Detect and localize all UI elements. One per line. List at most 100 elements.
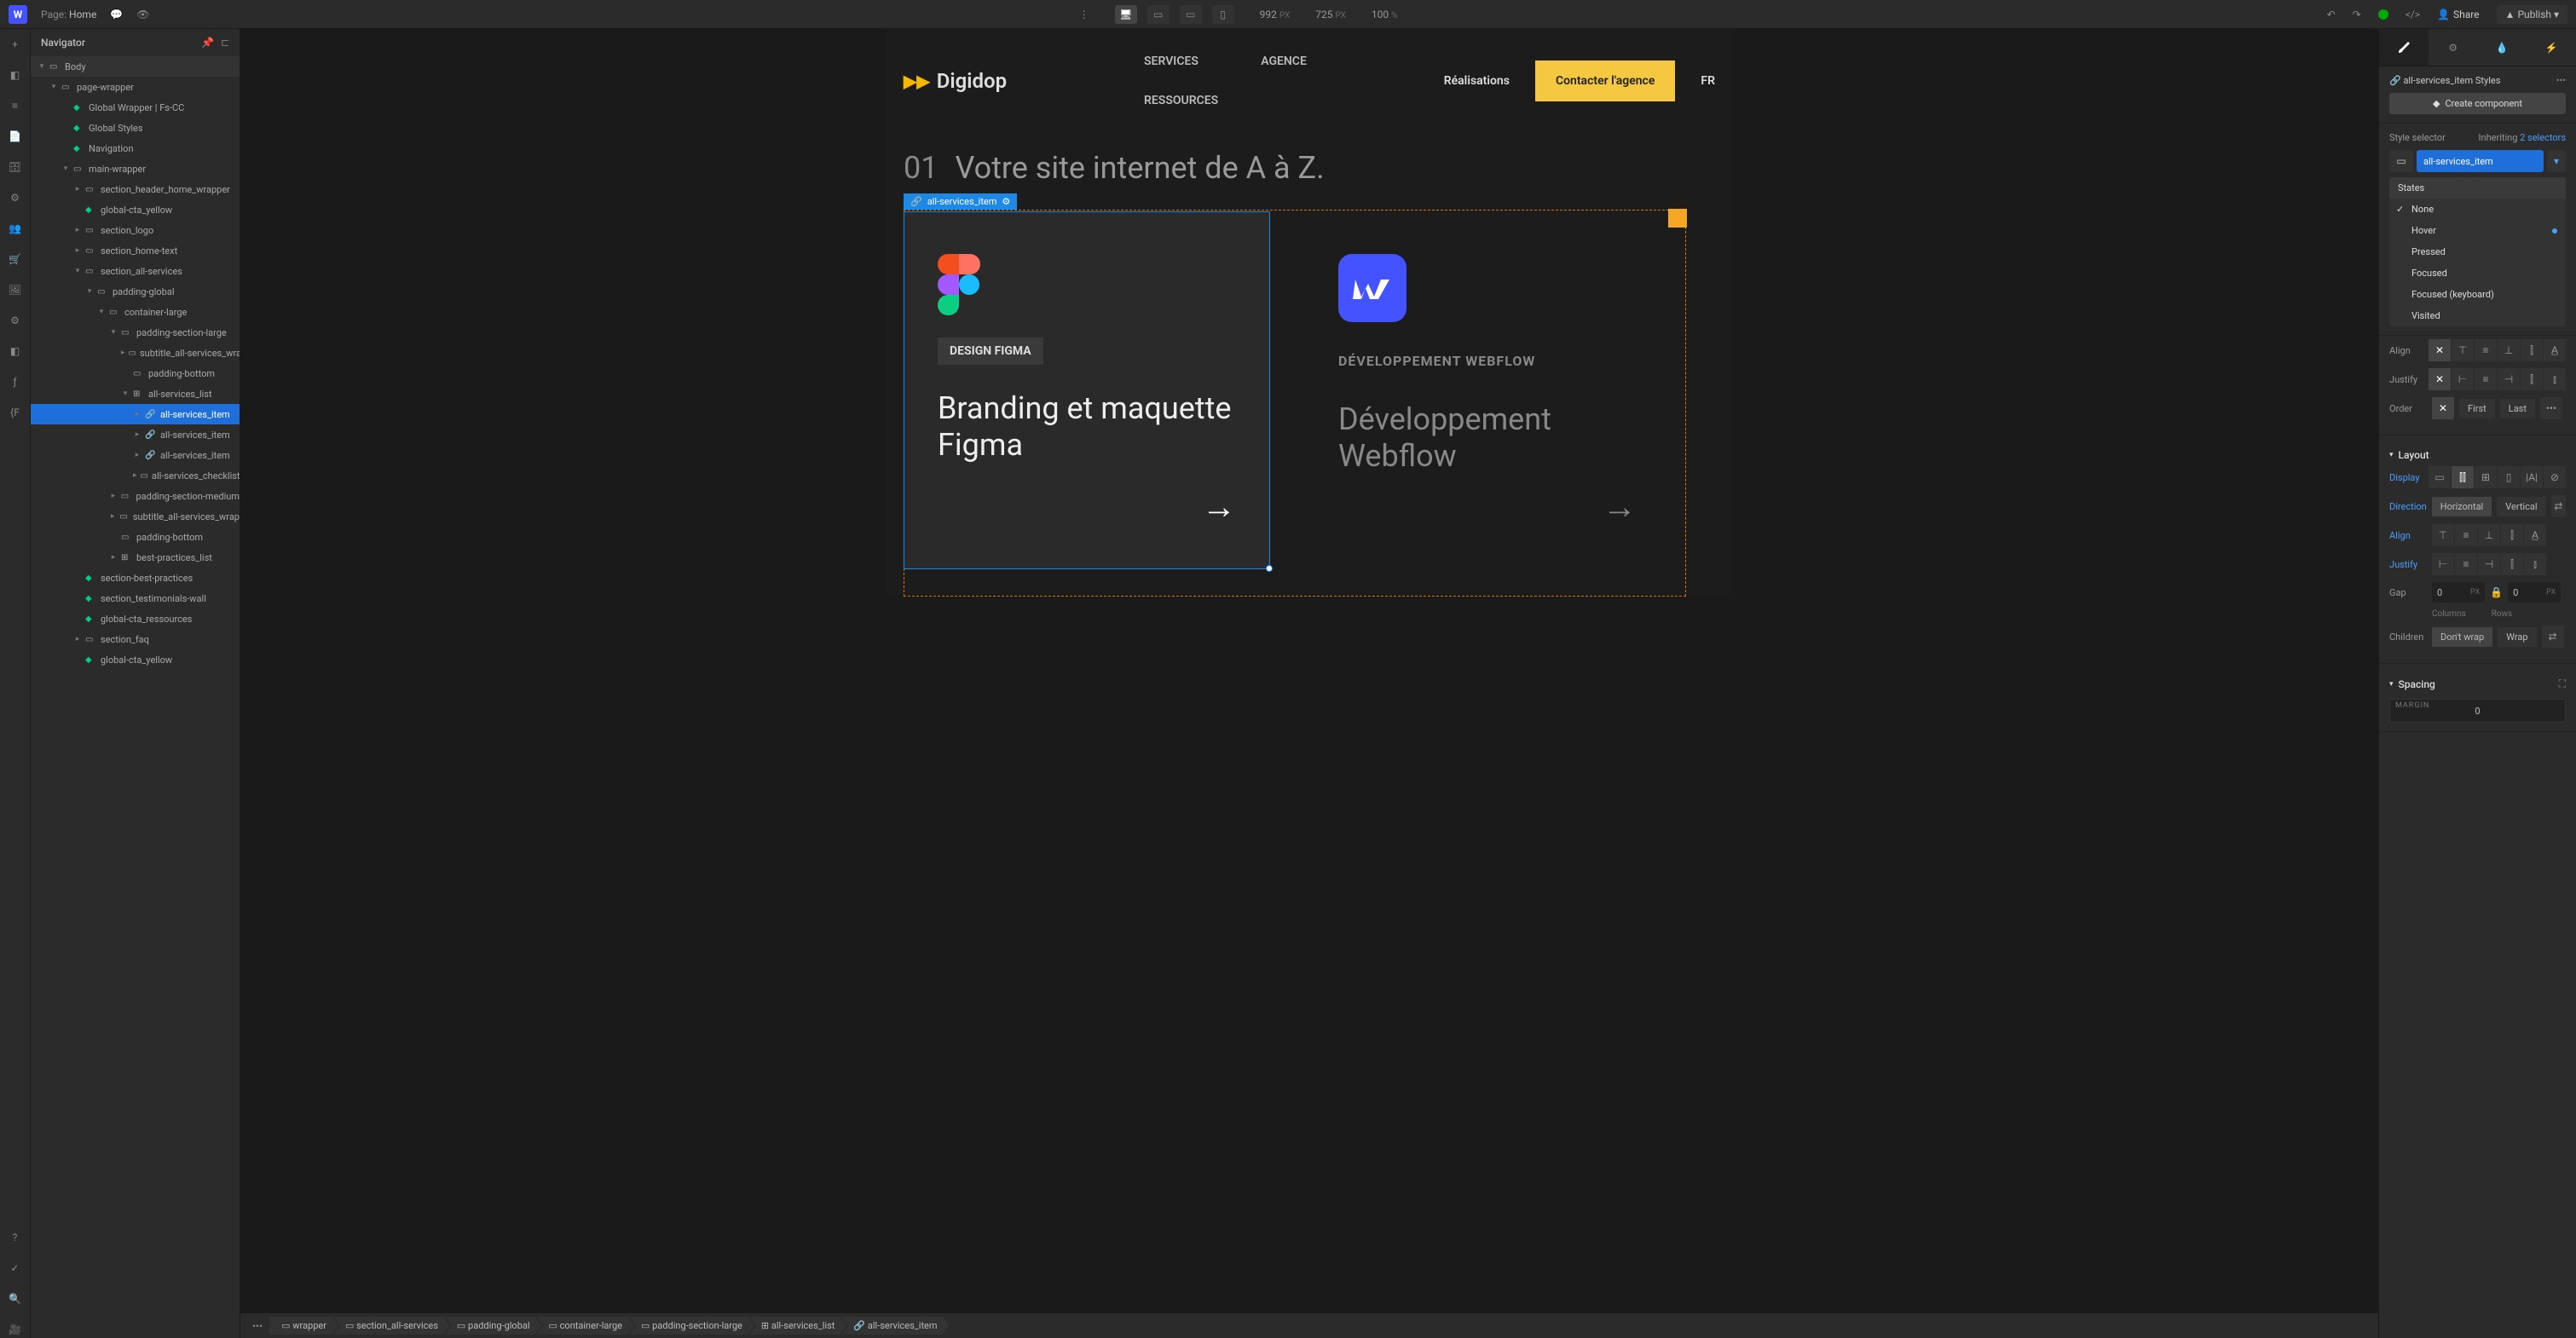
service-card-1[interactable]: 🔗 all-services_item ⚙ DESIGN FIGMA xyxy=(904,211,1270,569)
style-tab[interactable] xyxy=(2379,29,2429,66)
assets-icon[interactable]: 🖼 xyxy=(7,281,24,298)
resize-handle[interactable] xyxy=(1266,565,1273,572)
settings-icon[interactable]: ⚙ xyxy=(7,312,24,329)
tree-node-navigation[interactable]: ◆Navigation xyxy=(31,138,240,159)
audit-icon[interactable]: ✓ xyxy=(7,1260,24,1277)
justify-center-button[interactable]: ≡ xyxy=(2475,368,2497,390)
order-last-button[interactable]: Last xyxy=(2500,399,2535,418)
nav-realisations[interactable]: Réalisations xyxy=(1444,74,1510,88)
state-visited[interactable]: Visited xyxy=(2389,305,2566,326)
align-center-button[interactable]: ≡ xyxy=(2455,524,2477,546)
contact-cta-button[interactable]: Contacter l'agence xyxy=(1535,61,1675,101)
publish-button[interactable]: ▲ Publish ▾ xyxy=(2497,5,2567,24)
nav-ressources[interactable]: RESSOURCES xyxy=(1144,94,1218,107)
state-hover[interactable]: Hover xyxy=(2389,220,2566,241)
interactions-tab[interactable]: 💧 xyxy=(2478,29,2527,66)
bracket-icon[interactable]: {F xyxy=(7,404,24,421)
tree-node-global-cta-yellow[interactable]: ◆global-cta_yellow xyxy=(31,199,240,220)
display-inline-button[interactable]: |A| xyxy=(2521,466,2543,488)
class-selector-chip[interactable]: all-services_item xyxy=(2417,150,2544,172)
tree-node-all-services-item[interactable]: ▸🔗all-services_item xyxy=(31,424,240,445)
direction-vertical-button[interactable]: Vertical xyxy=(2497,497,2545,516)
help-icon[interactable]: ? xyxy=(7,1229,24,1246)
justify-center-button[interactable]: ≡ xyxy=(2455,553,2477,575)
apps-icon[interactable]: ◧ xyxy=(7,343,24,360)
justify-end-button[interactable]: ⊣ xyxy=(2498,368,2520,390)
navigator-tree[interactable]: ▾▭Body▾▭page-wrapper◆Global Wrapper | Fs… xyxy=(31,56,240,1338)
tree-node-section-best-practices[interactable]: ◆section-best-practices xyxy=(31,568,240,588)
breadcrumb-item[interactable]: ⊞ all-services_list xyxy=(749,1317,847,1335)
direction-horizontal-button[interactable]: Horizontal xyxy=(2432,497,2492,516)
align-start-button[interactable]: ⊤ xyxy=(2432,524,2454,546)
justify-between-button[interactable]: ⫿ xyxy=(2501,553,2523,575)
tree-node-section-logo[interactable]: ▸▭section_logo xyxy=(31,220,240,240)
box-icon[interactable]: ◧ xyxy=(7,66,24,84)
state-pressed[interactable]: Pressed xyxy=(2389,241,2566,262)
add-element-icon[interactable]: + xyxy=(7,36,24,53)
search-icon[interactable]: 🔍 xyxy=(7,1290,24,1307)
justify-start-button[interactable]: ⊢ xyxy=(2432,553,2454,575)
direction-reverse-button[interactable]: ⇄ xyxy=(2551,495,2566,517)
redo-icon[interactable]: ↷ xyxy=(2353,9,2361,20)
language-toggle[interactable]: FR xyxy=(1701,74,1715,88)
wrap-button[interactable]: Wrap xyxy=(2498,627,2536,647)
tree-node-all-services-item[interactable]: ▸🔗all-services_item xyxy=(31,404,240,424)
canvas-zoom[interactable]: 100 % xyxy=(1372,9,1398,20)
breadcrumb-item[interactable]: ▭ padding-global xyxy=(445,1317,542,1335)
nav-services[interactable]: SERVICES xyxy=(1144,55,1218,68)
align-baseline-button[interactable]: A̲ xyxy=(2524,524,2546,546)
tree-node-section-all-services[interactable]: ▾▭section_all-services xyxy=(31,261,240,281)
toolbar-more-icon[interactable]: ⋮ xyxy=(1079,9,1089,20)
lock-icon[interactable]: 🔒 xyxy=(2490,586,2503,598)
tree-node-all-services-item[interactable]: ▸🔗all-services_item xyxy=(31,445,240,465)
tree-node-all-services-list[interactable]: ▾⊞all-services_list xyxy=(31,384,240,404)
state-focused[interactable]: Focused xyxy=(2389,262,2566,284)
justify-around-button[interactable]: ⫾ xyxy=(2524,553,2546,575)
selector-type-icon[interactable]: ▭ xyxy=(2389,150,2413,172)
desktop-breakpoint-button[interactable]: 🖥 xyxy=(1115,5,1137,24)
tree-node-global-cta-ressources[interactable]: ◆global-cta_ressources xyxy=(31,608,240,629)
canvas-width[interactable]: 992 PX xyxy=(1260,9,1291,20)
comment-icon[interactable]: 💬 xyxy=(110,9,123,20)
breadcrumb-item[interactable]: ▭ container-large xyxy=(537,1317,634,1335)
cart-icon[interactable]: 🛒 xyxy=(7,251,24,268)
undo-icon[interactable]: ↶ xyxy=(2327,9,2336,20)
display-inline-block-button[interactable]: ▯ xyxy=(2498,466,2520,488)
finsweet-icon[interactable]: ƒ xyxy=(7,373,24,390)
justify-around-button[interactable]: ⫾ xyxy=(2544,368,2566,390)
tree-node-section-testimonials-wall[interactable]: ◆section_testimonials-wall xyxy=(31,588,240,608)
align-end-button[interactable]: ⊥ xyxy=(2478,524,2500,546)
tree-node-padding-section-large[interactable]: ▾▭padding-section-large xyxy=(31,322,240,343)
site-logo[interactable]: ▶▶ Digidop xyxy=(904,69,1007,93)
more-icon[interactable]: ••• xyxy=(2556,75,2566,86)
gap-columns-input[interactable]: PX xyxy=(2432,582,2485,603)
service-card-2[interactable]: DÉVELOPPEMENT WEBFLOW Développement Webf… xyxy=(1304,211,1671,569)
layers-icon[interactable]: ≡ xyxy=(7,97,24,114)
tree-node-global-cta-yellow[interactable]: ◆global-cta_yellow xyxy=(31,649,240,670)
justify-between-button[interactable]: ⫿ xyxy=(2521,368,2543,390)
tree-node-padding-section-medium[interactable]: ▸▭padding-section-medium xyxy=(31,486,240,506)
tree-node-global-wrapper---fs-cc[interactable]: ◆Global Wrapper | Fs-CC xyxy=(31,97,240,118)
users-icon[interactable]: 👥 xyxy=(7,220,24,237)
spacing-section-header[interactable]: ▾Spacing ⛶ xyxy=(2389,672,2566,695)
video-icon[interactable]: 🎥 xyxy=(7,1321,24,1338)
tree-node-page-wrapper[interactable]: ▾▭page-wrapper xyxy=(31,77,240,97)
mobile-landscape-button[interactable]: ▭ xyxy=(1180,5,1202,24)
breadcrumb-item[interactable]: ▭ section_all-services xyxy=(333,1317,450,1335)
align-stretch-button[interactable]: ⫿ xyxy=(2501,524,2523,546)
display-flex-button[interactable]: ⫿⫿ xyxy=(2452,466,2474,488)
tree-node-body[interactable]: ▾▭Body xyxy=(31,56,240,77)
pages-icon[interactable]: 📄 xyxy=(7,128,24,145)
gap-rows-input[interactable]: PX xyxy=(2508,582,2561,603)
breadcrumb-item[interactable]: ▭ wrapper xyxy=(269,1317,338,1335)
dont-wrap-button[interactable]: Don't wrap xyxy=(2432,627,2492,647)
preview-icon[interactable]: 👁 xyxy=(136,9,149,20)
mobile-portrait-button[interactable]: ▯ xyxy=(1212,5,1234,24)
order-first-button[interactable]: First xyxy=(2459,399,2495,418)
justify-start-button[interactable]: ⊢ xyxy=(2452,368,2474,390)
tree-node-padding-bottom[interactable]: ▭padding-bottom xyxy=(31,527,240,547)
tree-node-padding-bottom[interactable]: ▭padding-bottom xyxy=(31,363,240,384)
state-dropdown-button[interactable]: ▾ xyxy=(2547,150,2566,172)
justify-none-button[interactable]: ✕ xyxy=(2429,368,2451,390)
cms-icon[interactable]: 🗄 xyxy=(7,159,24,176)
